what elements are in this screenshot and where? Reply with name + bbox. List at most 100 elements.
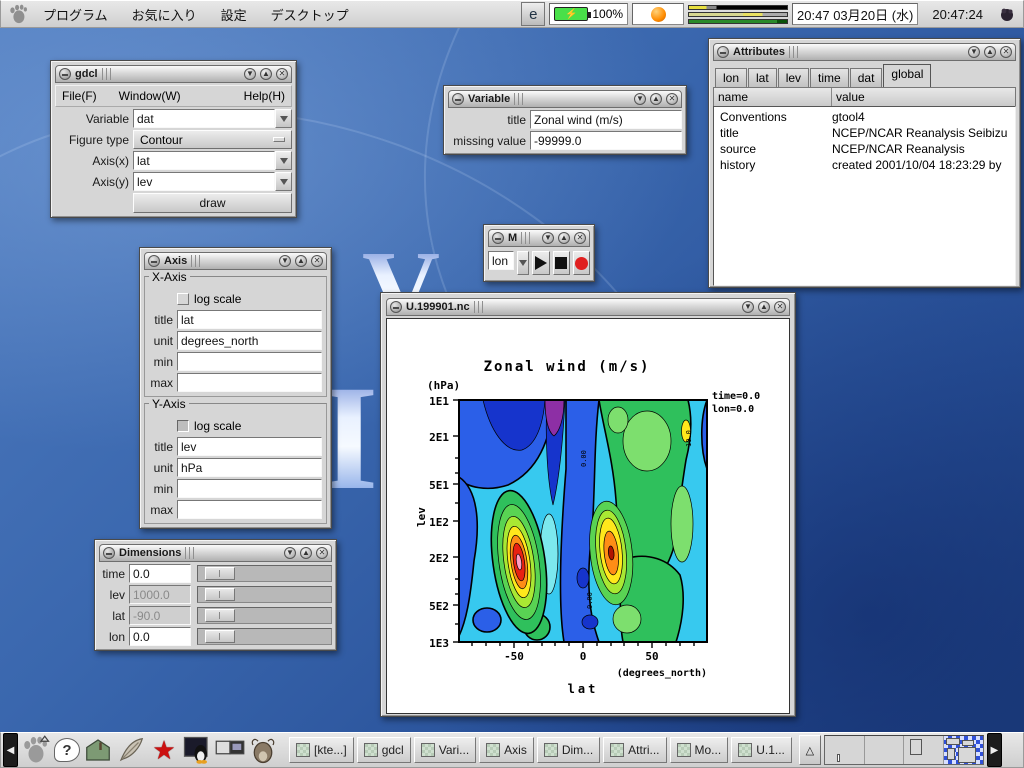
dimension-combo[interactable]: lon bbox=[488, 251, 514, 270]
y-log-scale-checkbox[interactable] bbox=[177, 420, 189, 432]
attributes-table-body[interactable]: Conventions gtool4 title NCEP/NCAR Reana… bbox=[713, 106, 1016, 286]
taskbar-button-kterm[interactable]: [kte...] bbox=[289, 737, 354, 763]
table-row[interactable]: title NCEP/NCAR Reanalysis Seibizu bbox=[714, 125, 1015, 141]
titlebar-plot[interactable]: U.199901.nc ▼ ▲ ✕ bbox=[386, 298, 790, 316]
menu-file[interactable]: File(F) bbox=[62, 89, 97, 103]
screen-switcher-icon[interactable] bbox=[215, 735, 245, 765]
titlebar-attributes[interactable]: Attributes ▼ ▲ ✕ bbox=[713, 43, 1016, 61]
maximize-button[interactable]: ▲ bbox=[260, 68, 272, 80]
dimension-dropdown-button[interactable] bbox=[517, 251, 529, 275]
minimize-button[interactable]: ▼ bbox=[542, 232, 554, 244]
plot-canvas[interactable]: Zonal wind (m/s) (hPa) time=0.0 lon=0.0 … bbox=[386, 318, 790, 714]
time-input[interactable]: 0.0 bbox=[129, 564, 191, 583]
minimize-button[interactable]: ▼ bbox=[244, 68, 256, 80]
maximize-button[interactable]: ▲ bbox=[558, 232, 570, 244]
gnome-menu-foot-icon[interactable] bbox=[21, 735, 51, 765]
help-icon[interactable]: ? bbox=[54, 738, 80, 762]
variable-input[interactable]: dat bbox=[133, 109, 275, 128]
taskbar-button-gdcl[interactable]: gdcl bbox=[357, 737, 411, 763]
close-button[interactable]: ✕ bbox=[311, 255, 323, 267]
terminal-penguin-icon[interactable] bbox=[182, 735, 212, 765]
gnu-head-icon[interactable] bbox=[248, 735, 278, 765]
taskbar-button-variable[interactable]: Vari... bbox=[414, 737, 476, 763]
feather-icon[interactable] bbox=[116, 735, 146, 765]
panel-hide-left-button[interactable]: ◀ bbox=[3, 733, 18, 767]
lon-slider[interactable] bbox=[197, 628, 332, 645]
window-menu-button[interactable] bbox=[717, 46, 729, 58]
play-button[interactable] bbox=[532, 251, 549, 275]
slider-handle[interactable] bbox=[205, 630, 235, 643]
tab-lat[interactable]: lat bbox=[748, 68, 777, 87]
window-menu-button[interactable] bbox=[452, 93, 464, 105]
axis-x-input[interactable]: lat bbox=[133, 151, 275, 170]
toolbox-icon[interactable] bbox=[83, 735, 113, 765]
taskbar-button-monitor[interactable]: Mo... bbox=[670, 737, 729, 763]
window-menu-button[interactable] bbox=[103, 547, 115, 559]
y-title-input[interactable]: lev bbox=[177, 437, 322, 456]
modem-applet[interactable] bbox=[632, 3, 684, 25]
y-min-input[interactable] bbox=[177, 479, 322, 498]
menu-help[interactable]: Help(H) bbox=[244, 89, 285, 103]
x-log-scale-checkbox[interactable] bbox=[177, 293, 189, 305]
applet-launcher-icon[interactable]: e bbox=[521, 2, 545, 26]
tab-global[interactable]: global bbox=[883, 64, 931, 87]
tab-time[interactable]: time bbox=[810, 68, 849, 87]
title-input[interactable]: Zonal wind (m/s) bbox=[530, 110, 682, 129]
panel-hide-right-button[interactable]: ▶ bbox=[987, 733, 1002, 767]
close-button[interactable]: ✕ bbox=[316, 547, 328, 559]
close-button[interactable]: ✕ bbox=[574, 232, 586, 244]
maximize-button[interactable]: ▲ bbox=[300, 547, 312, 559]
y-max-input[interactable] bbox=[177, 500, 322, 519]
battery-applet[interactable]: ⚡ 100% bbox=[549, 3, 628, 25]
variable-dropdown-button[interactable] bbox=[275, 109, 292, 128]
minimize-button[interactable]: ▼ bbox=[284, 547, 296, 559]
gnome-foot-icon[interactable] bbox=[7, 3, 29, 25]
maximize-button[interactable]: ▲ bbox=[295, 255, 307, 267]
star-icon[interactable]: ★ bbox=[149, 735, 179, 765]
stop-button[interactable] bbox=[553, 251, 570, 275]
x-max-input[interactable] bbox=[177, 373, 322, 392]
lev-slider[interactable] bbox=[197, 586, 332, 603]
slider-handle[interactable] bbox=[205, 567, 235, 580]
taskbar-button-plot[interactable]: U.1... bbox=[731, 737, 792, 763]
menu-desktop[interactable]: デスクトップ bbox=[261, 3, 359, 26]
menu-settings[interactable]: 設定 bbox=[211, 3, 257, 26]
close-button[interactable]: ✕ bbox=[774, 301, 786, 313]
table-row[interactable]: history created 2001/10/04 18:23:29 by bbox=[714, 157, 1015, 173]
y-unit-input[interactable]: hPa bbox=[177, 458, 322, 477]
axis-x-dropdown-button[interactable] bbox=[275, 151, 292, 170]
tasklist-expand-button[interactable]: △ bbox=[799, 735, 821, 765]
taskbar-button-axis[interactable]: Axis bbox=[479, 737, 534, 763]
workspace-4-active[interactable] bbox=[944, 736, 983, 764]
draw-button[interactable]: draw bbox=[133, 193, 292, 213]
workspace-3[interactable] bbox=[904, 736, 944, 764]
system-monitor-applet[interactable] bbox=[688, 2, 788, 26]
close-button[interactable]: ✕ bbox=[1000, 46, 1012, 58]
workspace-2[interactable] bbox=[865, 736, 905, 764]
lat-slider[interactable] bbox=[197, 607, 332, 624]
time-slider[interactable] bbox=[197, 565, 332, 582]
titlebar-variable[interactable]: Variable ▼ ▲ ✕ bbox=[448, 90, 682, 108]
maximize-button[interactable]: ▲ bbox=[650, 93, 662, 105]
tab-dat[interactable]: dat bbox=[850, 68, 883, 87]
taskbar-button-attributes[interactable]: Attri... bbox=[603, 737, 666, 763]
window-menu-button[interactable] bbox=[59, 68, 71, 80]
figure-type-optionmenu[interactable]: Contour bbox=[133, 130, 292, 149]
titlebar-gdcl[interactable]: gdcl ▼ ▲ ✕ bbox=[55, 65, 292, 83]
window-menu-button[interactable] bbox=[148, 255, 160, 267]
table-row[interactable]: Conventions gtool4 bbox=[714, 109, 1015, 125]
workspace-pager[interactable] bbox=[824, 735, 984, 765]
menu-programs[interactable]: プログラム bbox=[33, 3, 118, 26]
lon-input[interactable]: 0.0 bbox=[129, 627, 191, 646]
axis-y-dropdown-button[interactable] bbox=[275, 172, 292, 191]
missing-value-input[interactable]: -99999.0 bbox=[530, 131, 682, 150]
titlebar-dimensions[interactable]: Dimensions ▼ ▲ ✕ bbox=[99, 544, 332, 562]
slider-handle[interactable] bbox=[205, 588, 235, 601]
window-menu-button[interactable] bbox=[390, 301, 402, 313]
table-row[interactable]: source NCEP/NCAR Reanalysis bbox=[714, 141, 1015, 157]
workspace-1[interactable] bbox=[825, 736, 865, 764]
tab-lon[interactable]: lon bbox=[715, 68, 747, 87]
titlebar-axis[interactable]: Axis ▼ ▲ ✕ bbox=[144, 252, 327, 270]
close-button[interactable]: ✕ bbox=[666, 93, 678, 105]
minimize-button[interactable]: ▼ bbox=[968, 46, 980, 58]
